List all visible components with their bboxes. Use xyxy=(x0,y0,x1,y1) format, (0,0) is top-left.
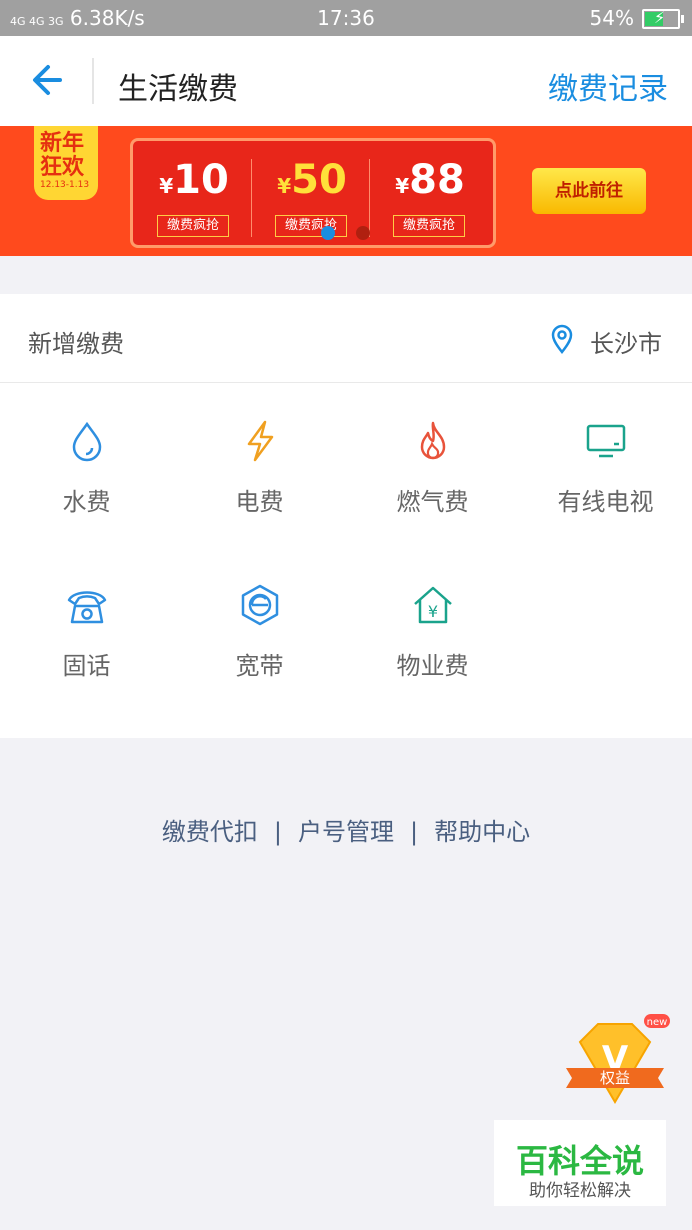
water-drop-icon xyxy=(72,421,102,462)
svg-text:权益: 权益 xyxy=(600,1069,630,1087)
status-bar: 4G 4G 3G 6.38K/s 17:36 54% ⚡ xyxy=(0,0,692,36)
go-now-button[interactable]: 点此前往 xyxy=(532,168,646,214)
battery-percent: 54% xyxy=(589,6,634,30)
battery-icon: ⚡ xyxy=(642,8,684,29)
service-water[interactable]: 水费 xyxy=(0,420,173,520)
watermark-logo: 百科全说 助你轻松解决 xyxy=(494,1120,666,1206)
tv-icon xyxy=(586,424,626,458)
account-management-link[interactable]: 户号管理 xyxy=(298,818,394,846)
auto-debit-link[interactable]: 缴费代扣 xyxy=(162,818,258,846)
coupon-box: ¥10 缴费疯抢 ¥50 缴费疯抢 ¥88 缴费疯抢 xyxy=(130,138,496,248)
location-pin-icon[interactable] xyxy=(550,324,574,354)
city-selector[interactable]: 长沙市 xyxy=(590,324,662,359)
section-divider xyxy=(0,382,692,383)
service-property[interactable]: ¥ 物业费 xyxy=(346,584,519,684)
footer-links: 缴费代扣 | 户号管理 | 帮助中心 xyxy=(161,818,531,846)
property-house-icon: ¥ xyxy=(414,586,452,624)
app-header: 生活缴费 缴费记录 xyxy=(0,36,692,126)
carousel-dot-active[interactable] xyxy=(321,226,335,240)
back-arrow-icon[interactable] xyxy=(30,60,66,100)
flame-icon xyxy=(420,421,446,460)
svg-text:new: new xyxy=(647,1017,668,1028)
coupon-10: ¥10 缴费疯抢 xyxy=(139,155,249,237)
promo-banner[interactable]: 新年 狂欢 12.13-1.13 ¥10 缴费疯抢 ¥50 缴费疯抢 ¥88 缴费… xyxy=(0,126,692,256)
benefits-badge[interactable]: V 权益 new xyxy=(560,1012,670,1112)
carousel-dot[interactable] xyxy=(356,226,370,240)
service-electricity[interactable]: 电费 xyxy=(173,420,346,520)
clock: 17:36 xyxy=(317,6,375,30)
page-title: 生活缴费 xyxy=(118,72,238,107)
help-center-link[interactable]: 帮助中心 xyxy=(434,818,530,846)
service-gas[interactable]: 燃气费 xyxy=(346,420,519,520)
service-broadband[interactable]: 宽带 xyxy=(173,584,346,684)
broadband-icon xyxy=(241,584,279,626)
new-payment-panel: 新增缴费 长沙市 水费 电费 燃气费 有线电视 固话 宽带 ¥ 物业费 xyxy=(0,294,692,738)
telephone-icon xyxy=(67,591,107,624)
coupon-88: ¥88 缴费疯抢 xyxy=(375,155,485,237)
section-title: 新增缴费 xyxy=(28,330,124,358)
lightning-icon xyxy=(247,420,274,462)
new-year-tag: 新年 狂欢 12.13-1.13 xyxy=(34,126,98,200)
service-cable-tv[interactable]: 有线电视 xyxy=(519,420,692,520)
svg-text:¥: ¥ xyxy=(428,602,438,621)
payment-record-link[interactable]: 缴费记录 xyxy=(548,64,668,108)
service-landline[interactable]: 固话 xyxy=(0,584,173,684)
coupon-50: ¥50 缴费疯抢 xyxy=(257,155,367,237)
header-divider xyxy=(92,58,94,104)
